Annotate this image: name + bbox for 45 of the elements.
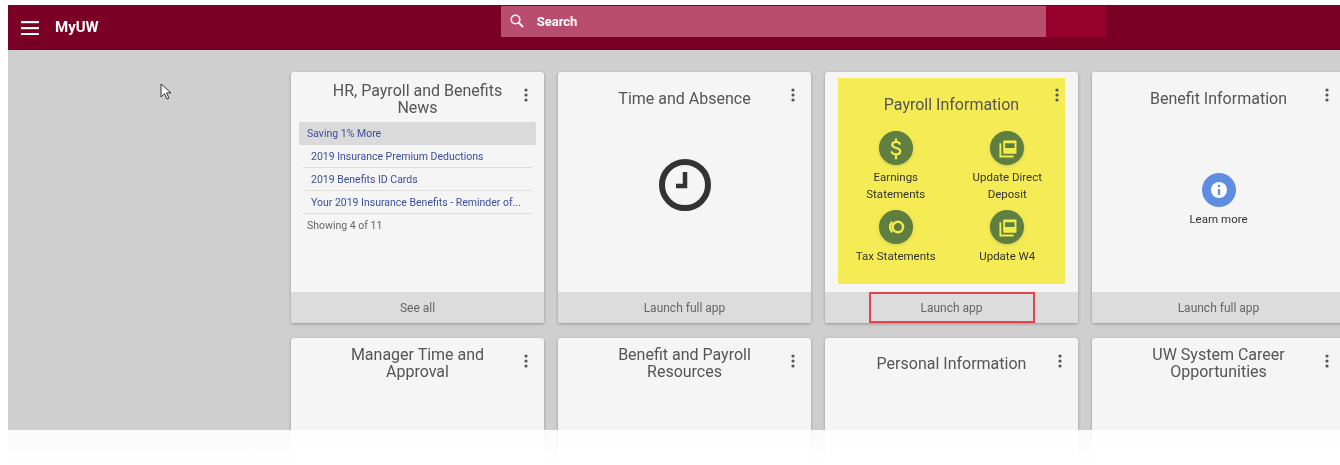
item-count: Showing 4 of 11 bbox=[306, 218, 384, 234]
news-link[interactable]: Saving 1% More bbox=[299, 122, 536, 145]
card-title: Benefit Information bbox=[1150, 88, 1287, 107]
more-icon[interactable] bbox=[791, 88, 795, 102]
card-title: Manager Time and Approval bbox=[349, 346, 486, 380]
ring-icon[interactable] bbox=[877, 209, 914, 245]
more-icon[interactable] bbox=[1325, 88, 1329, 102]
dollar-icon[interactable] bbox=[877, 130, 914, 166]
card-title: Payroll Information bbox=[883, 94, 1020, 113]
link-label[interactable]: Tax Statements bbox=[847, 248, 944, 265]
news-link[interactable]: Your 2019 Insurance Benefits - Reminder of... bbox=[303, 191, 532, 214]
pdf-icon[interactable] bbox=[989, 209, 1026, 245]
card-title: HR, Payroll and Benefits News bbox=[331, 82, 504, 116]
app-link[interactable]: Tax Statements bbox=[840, 209, 952, 265]
menu-icon[interactable] bbox=[21, 20, 39, 35]
cursor-icon bbox=[160, 83, 172, 100]
link-label[interactable]: Update W4 bbox=[959, 248, 1056, 265]
more-icon[interactable] bbox=[524, 88, 528, 102]
search-icon bbox=[509, 14, 524, 28]
more-icon[interactable] bbox=[524, 354, 528, 368]
more-icon[interactable] bbox=[1325, 354, 1329, 368]
news-link[interactable]: 2019 Benefits ID Cards bbox=[303, 168, 532, 191]
more-icon[interactable] bbox=[791, 354, 795, 368]
more-icon[interactable] bbox=[1058, 354, 1062, 368]
news-link[interactable]: 2019 Insurance Premium Deductions bbox=[303, 145, 532, 168]
app-link[interactable]: Update Direct Deposit bbox=[951, 130, 1063, 203]
footer-button[interactable]: Launch full app bbox=[1092, 292, 1340, 323]
pdf-icon[interactable] bbox=[989, 130, 1026, 166]
info-icon[interactable] bbox=[1200, 172, 1237, 208]
clock-icon bbox=[657, 158, 712, 212]
search-field[interactable]: Search bbox=[500, 6, 1046, 37]
link-label[interactable]: Update Direct Deposit bbox=[959, 169, 1056, 203]
card-title: UW System Career Opportunities bbox=[1151, 346, 1286, 380]
link-label[interactable]: Earnings Statements bbox=[847, 169, 944, 203]
card-title: Personal Information bbox=[876, 353, 1027, 372]
footer-button[interactable]: See all bbox=[291, 292, 544, 323]
more-icon[interactable] bbox=[1055, 88, 1059, 102]
footer-button[interactable]: Launch full app bbox=[558, 292, 811, 323]
app-link[interactable]: Earnings Statements bbox=[840, 130, 952, 203]
card-title: Benefit and Payroll Resources bbox=[617, 346, 752, 380]
footer-button[interactable]: Launch app bbox=[868, 292, 1035, 323]
card-title: Time and Absence bbox=[618, 88, 751, 107]
app-title[interactable]: MyUW bbox=[55, 16, 99, 39]
learn-more-link[interactable]: Learn more bbox=[1189, 211, 1248, 229]
app-link[interactable]: Update W4 bbox=[951, 209, 1063, 265]
